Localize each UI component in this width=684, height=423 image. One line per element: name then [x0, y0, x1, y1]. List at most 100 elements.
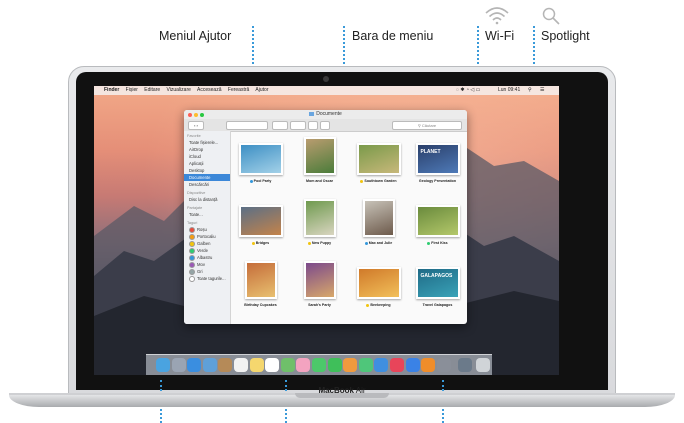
- itunes-icon[interactable]: [390, 358, 404, 372]
- file-name: Pool Party: [253, 179, 272, 183]
- file-tag-dot: [364, 241, 368, 245]
- callout-wifi: Wi-Fi: [485, 29, 515, 43]
- zoom-button[interactable]: [200, 112, 204, 117]
- file-item[interactable]: Beekeeping: [349, 261, 408, 307]
- tag-color-dot: [189, 275, 195, 282]
- sidebar-tag-item[interactable]: Verde: [184, 247, 230, 254]
- file-name: Birthday Cupcakes: [244, 303, 277, 307]
- photos-icon[interactable]: [296, 358, 311, 372]
- safari-icon[interactable]: [187, 358, 202, 372]
- sidebar-tag-item[interactable]: Roșu: [184, 226, 230, 233]
- launchpad-icon[interactable]: [171, 358, 186, 372]
- menu-item-window[interactable]: Fereastră: [228, 87, 249, 93]
- menu-clock[interactable]: Lun 09:41: [498, 86, 520, 95]
- mail-icon[interactable]: [202, 358, 217, 372]
- file-item[interactable]: Max and Julie: [349, 199, 408, 245]
- file-item[interactable]: Sarah's Party: [290, 261, 349, 307]
- spotlight-icon: [542, 7, 560, 25]
- sidebar-tag-item[interactable]: Albastru: [184, 254, 230, 261]
- calendar-icon[interactable]: [234, 358, 248, 372]
- file-item[interactable]: New Puppy: [290, 199, 349, 245]
- downloads-stack-icon[interactable]: [458, 358, 473, 372]
- finder-sidebar: Favorite Toate fișierele... AirDrop iClo…: [184, 131, 231, 324]
- sidebar-item-applications[interactable]: Aplicații: [184, 160, 230, 167]
- close-button[interactable]: [188, 112, 192, 117]
- view-switcher[interactable]: [226, 121, 268, 130]
- callout-spotlight: Spotlight: [541, 29, 590, 43]
- sidebar-item-all-files[interactable]: Toate fișierele...: [184, 139, 230, 146]
- status-icons[interactable]: ◌ ✱ ◔ ◁ ▭: [456, 86, 480, 95]
- arrange-button[interactable]: [272, 121, 288, 130]
- menu-item-help[interactable]: Ajutor: [255, 87, 268, 93]
- file-tag-dot: [360, 179, 364, 183]
- menu-item-edit[interactable]: Editare: [144, 87, 160, 93]
- sidebar-item-shared-all[interactable]: Toate...: [184, 211, 230, 218]
- menu-item-view[interactable]: Vizualizare: [167, 87, 191, 93]
- keynote-icon[interactable]: [374, 358, 389, 372]
- reminders-icon[interactable]: [265, 358, 280, 372]
- messages-icon[interactable]: [312, 358, 326, 372]
- sidebar-item-documents[interactable]: Documente: [184, 174, 230, 181]
- sidebar-item-remote-disc[interactable]: Disc la distanță: [184, 196, 230, 203]
- callout-help-menu: Meniul Ajutor: [159, 29, 232, 43]
- sidebar-header-shared: Partajate: [187, 206, 203, 210]
- sidebar-item-airdrop[interactable]: AirDrop: [184, 146, 230, 153]
- sidebar-item-downloads[interactable]: Descărcări: [184, 181, 230, 188]
- notification-center-icon[interactable]: ☰: [540, 86, 544, 95]
- numbers-icon[interactable]: [358, 358, 373, 372]
- app-store-icon[interactable]: [405, 358, 420, 372]
- file-thumbnail: [238, 205, 283, 237]
- facetime-icon[interactable]: [327, 358, 342, 372]
- sidebar-tag-item[interactable]: Gri: [184, 268, 230, 275]
- menu-item-file[interactable]: Fișier: [126, 87, 138, 93]
- file-item[interactable]: Southtown Garden: [349, 137, 408, 183]
- window-title: Documente: [316, 111, 342, 117]
- sidebar-tag-item[interactable]: Portocaliu: [184, 233, 230, 240]
- file-name: Southtown Garden: [364, 179, 397, 183]
- sidebar-tag-item[interactable]: Galben: [184, 240, 230, 247]
- file-name: Bridges: [255, 241, 270, 245]
- tags-button[interactable]: [320, 121, 330, 130]
- menu-item-go[interactable]: Accesează: [197, 87, 221, 93]
- trash-icon[interactable]: [476, 358, 490, 372]
- search-field[interactable]: ⚲ Căutare: [392, 121, 462, 130]
- menu-item-finder[interactable]: Finder: [104, 87, 119, 93]
- tag-color-dot: [189, 247, 195, 254]
- finder-icon[interactable]: [156, 358, 170, 372]
- file-item[interactable]: First Kiss: [408, 199, 467, 245]
- file-item[interactable]: Bridges: [231, 199, 290, 245]
- file-item[interactable]: Birthday Cupcakes: [231, 261, 290, 307]
- minimize-button[interactable]: [194, 112, 198, 117]
- file-item[interactable]: PLANET Geology Presentation: [408, 137, 467, 183]
- dock: [146, 354, 492, 375]
- sidebar-tag-item[interactable]: Toate tagurile...: [184, 275, 230, 282]
- sidebar-item-icloud[interactable]: iCloud: [184, 153, 230, 160]
- file-name: Max and Julie: [368, 241, 393, 245]
- sidebar-header-devices: Dispozitive: [187, 191, 206, 195]
- system-preferences-icon[interactable]: [436, 358, 451, 372]
- file-name: First Kiss: [431, 241, 448, 245]
- file-item[interactable]: Pool Party: [231, 137, 290, 183]
- ibooks-icon[interactable]: [421, 358, 436, 372]
- sidebar-header-tags: Taguri: [187, 221, 198, 225]
- file-thumbnail: [303, 261, 336, 299]
- tag-label: Gri: [197, 269, 203, 274]
- pages-icon[interactable]: [343, 358, 358, 372]
- menu-spotlight-icon[interactable]: ⚲: [528, 86, 532, 95]
- file-item[interactable]: Mom and Oscar: [290, 137, 349, 183]
- action-button[interactable]: [290, 121, 306, 130]
- file-thumbnail: PLANET: [415, 143, 460, 175]
- maps-icon[interactable]: [280, 358, 295, 372]
- back-forward-buttons[interactable]: ‹ ›: [188, 121, 204, 130]
- file-item[interactable]: GALAPAGOS Travel Galapagos: [408, 261, 467, 307]
- thumbnail-title: GALAPAGOS: [420, 273, 453, 279]
- share-button[interactable]: [308, 121, 318, 130]
- contacts-icon[interactable]: [218, 358, 233, 372]
- sidebar-item-desktop[interactable]: Desktop: [184, 167, 230, 174]
- tag-color-dot: [189, 233, 195, 240]
- file-thumbnail: [244, 261, 277, 299]
- file-name: New Puppy: [311, 241, 332, 245]
- sidebar-tag-item[interactable]: Mov: [184, 261, 230, 268]
- notes-icon[interactable]: [249, 358, 264, 372]
- file-tag-dot: [249, 179, 253, 183]
